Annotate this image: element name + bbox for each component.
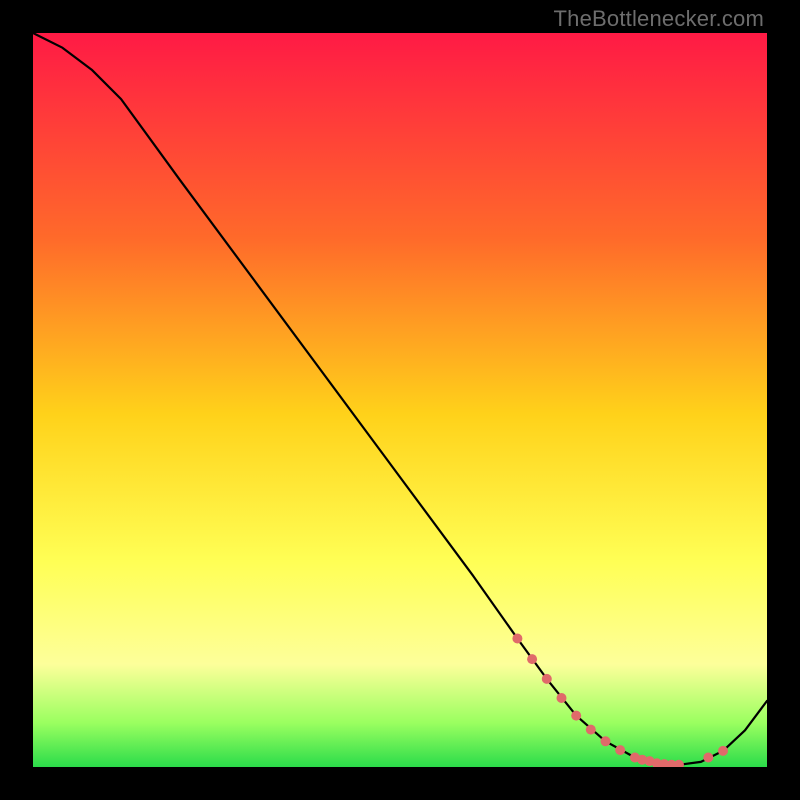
highlight-dot: [615, 745, 625, 755]
highlight-dot: [718, 746, 728, 756]
chart-frame: [33, 33, 767, 767]
highlight-dot: [703, 753, 713, 763]
highlight-dot: [601, 736, 611, 746]
highlight-dot: [557, 693, 567, 703]
highlight-dot: [542, 674, 552, 684]
watermark-text: TheBottlenecker.com: [554, 6, 764, 32]
highlight-dot: [571, 711, 581, 721]
highlight-dot: [512, 634, 522, 644]
chart-svg: [33, 33, 767, 767]
gradient-background: [33, 33, 767, 767]
highlight-dot: [527, 654, 537, 664]
highlight-dot: [586, 725, 596, 735]
